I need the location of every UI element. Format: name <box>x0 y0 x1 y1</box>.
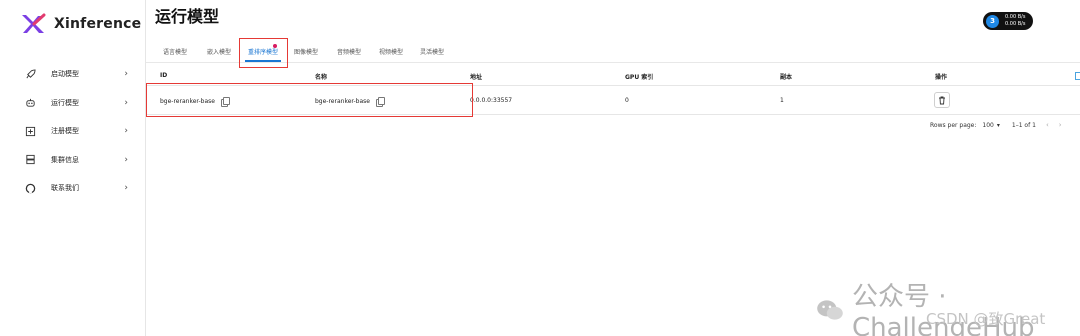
highlight-box-tab <box>239 38 288 68</box>
rocket-icon <box>24 68 36 80</box>
chevron-right-icon: › <box>124 69 128 80</box>
sidebar-item-label: 运行模型 <box>51 98 79 107</box>
sidebar-item-label: 联系我们 <box>51 184 79 193</box>
column-toggle-icon[interactable] <box>1075 72 1080 80</box>
column-header-name: 名称 <box>315 74 328 81</box>
page-title: 运行模型 <box>155 7 220 26</box>
add-box-icon <box>24 125 36 137</box>
sidebar-item-running-models[interactable]: 运行模型 › <box>0 89 146 118</box>
column-header-replica: 副本 <box>780 74 793 81</box>
highlight-box-row <box>146 83 473 117</box>
app-window: Xinference 启动模型 › 运行模型 › 注册模型 › 集群信息 › 联… <box>0 0 1080 336</box>
column-header-id: ID <box>160 72 168 79</box>
network-speeds: 0.00 B/s 0.00 B/s <box>1005 14 1025 28</box>
tab-embedding-models[interactable]: 嵌入模型 <box>202 40 236 62</box>
pagination-range: 1–1 of 1 <box>1011 121 1036 129</box>
sidebar-item-register-model[interactable]: 注册模型 › <box>0 117 146 146</box>
download-speed: 0.00 B/s <box>1005 21 1026 27</box>
tab-label: 嵌入模型 <box>206 48 231 56</box>
network-speed-badge: 3 0.00 B/s 0.00 B/s <box>983 12 1033 30</box>
trash-icon <box>939 96 945 104</box>
xinference-logo-icon <box>20 13 46 35</box>
cell-replica: 1 <box>780 97 784 104</box>
tab-label: 语言模型 <box>162 48 187 56</box>
delete-button[interactable] <box>934 92 950 108</box>
column-header-actions: 操作 <box>935 74 948 81</box>
tab-image-models[interactable]: 图像模型 <box>289 40 323 62</box>
server-icon <box>24 154 36 166</box>
brand-name: Xinference <box>54 16 142 32</box>
tab-flexible-models[interactable]: 灵活模型 <box>415 40 449 62</box>
rows-per-page-label: Rows per page: <box>930 121 977 129</box>
tab-language-models[interactable]: 语言模型 <box>158 40 192 62</box>
tab-label: 图像模型 <box>293 48 318 56</box>
sidebar: Xinference 启动模型 › 运行模型 › 注册模型 › 集群信息 › 联… <box>0 0 146 336</box>
github-icon <box>24 182 36 194</box>
chevron-right-icon: › <box>124 154 128 165</box>
gauge-value: 3 <box>990 17 995 25</box>
tab-label: 灵活模型 <box>419 48 444 56</box>
rows-per-page-select[interactable]: 100 ▾ <box>982 122 999 129</box>
previous-page-button[interactable]: ‹ <box>1046 121 1049 129</box>
next-page-button[interactable]: › <box>1059 121 1062 129</box>
sidebar-item-label: 启动模型 <box>51 70 79 79</box>
sidebar-item-label: 集群信息 <box>51 155 79 164</box>
pagination: Rows per page: 100 ▾ 1–1 of 1 ‹ › <box>930 118 1062 132</box>
sidebar-item-label: 注册模型 <box>51 127 79 136</box>
chevron-right-icon: › <box>124 97 128 108</box>
sidebar-item-launch-model[interactable]: 启动模型 › <box>0 60 146 89</box>
sidebar-item-contact-us[interactable]: 联系我们 › <box>0 174 146 203</box>
robot-icon <box>24 97 36 109</box>
column-header-gpu-index: GPU 索引 <box>625 74 654 81</box>
cell-gpu-index: 0 <box>625 97 629 104</box>
tab-video-models[interactable]: 视频模型 <box>374 40 408 62</box>
speed-gauge-icon: 3 <box>986 14 999 28</box>
chevron-right-icon: › <box>124 126 128 137</box>
tab-audio-models[interactable]: 音频模型 <box>332 40 366 62</box>
upload-speed: 0.00 B/s <box>1005 14 1026 20</box>
cell-address: 0.0.0.0:33557 <box>470 97 513 104</box>
tab-label: 视频模型 <box>378 48 403 56</box>
dropdown-caret-icon: ▾ <box>996 121 1000 129</box>
wechat-icon <box>817 299 843 320</box>
main-content: 运行模型 3 0.00 B/s 0.00 B/s 语言模型 嵌入模型 重排序模型… <box>146 0 1080 336</box>
brand[interactable]: Xinference <box>20 10 141 38</box>
tab-label: 音频模型 <box>336 48 361 56</box>
rows-per-page-value: 100 <box>982 121 994 129</box>
chevron-right-icon: › <box>124 183 128 194</box>
column-header-address: 地址 <box>470 74 483 81</box>
watermark-secondary: CSDN @致Great <box>926 310 1046 328</box>
sidebar-item-cluster-info[interactable]: 集群信息 › <box>0 146 146 175</box>
sidebar-nav: 启动模型 › 运行模型 › 注册模型 › 集群信息 › 联系我们 › <box>0 60 146 203</box>
